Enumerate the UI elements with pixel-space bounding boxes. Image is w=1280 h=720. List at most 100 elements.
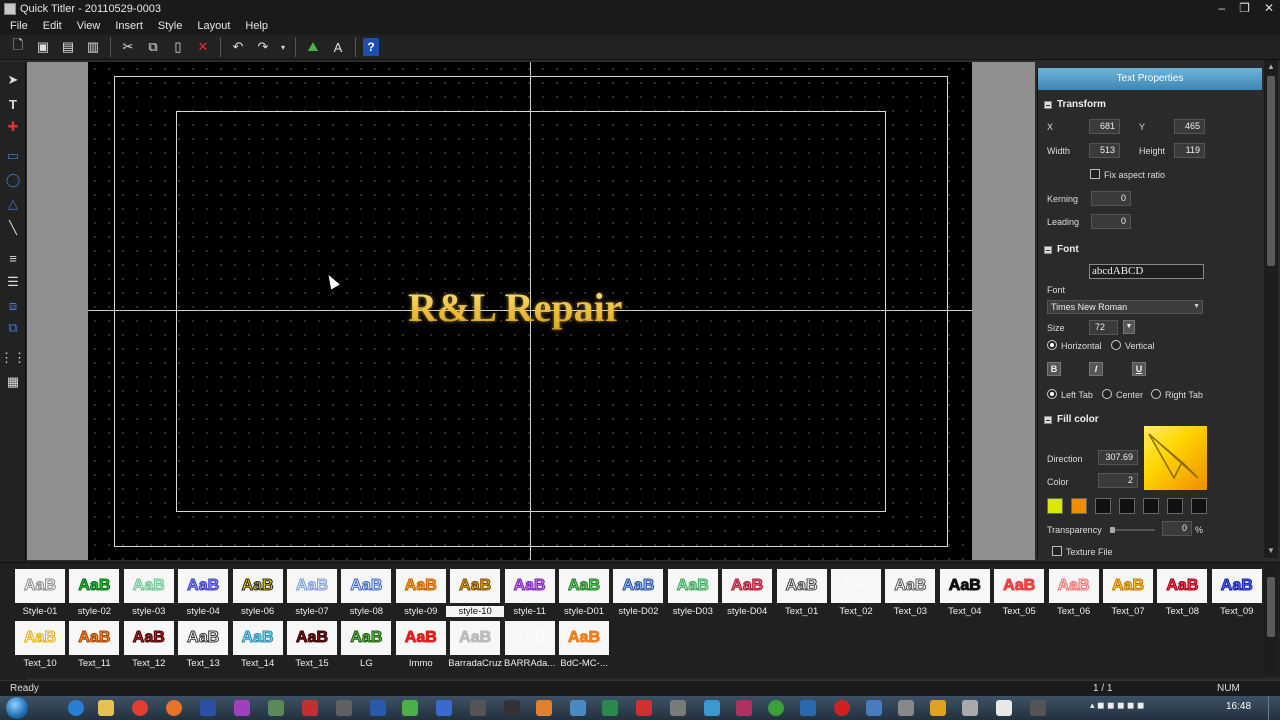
app-icon-27[interactable] — [930, 700, 946, 716]
style-gallery-scrollbar[interactable] — [1264, 565, 1278, 675]
style-preset[interactable]: AaB Text_12 — [123, 618, 174, 669]
rectangle-tool-icon[interactable]: ▭ — [3, 146, 23, 166]
slider-knob[interactable] — [1110, 527, 1115, 533]
collapse-icon[interactable] — [1044, 415, 1052, 424]
text-tool-icon[interactable]: T — [3, 94, 23, 114]
app-icon-16[interactable] — [570, 700, 586, 716]
style-preset[interactable]: AaB style-D02 — [613, 566, 664, 617]
app-icon-28[interactable] — [962, 700, 978, 716]
menu-view[interactable]: View — [77, 20, 101, 32]
gradient-preview[interactable] — [1144, 426, 1207, 490]
style-preset[interactable]: AaB LG — [341, 618, 392, 669]
style-preset[interactable]: AaB style-06 — [232, 566, 283, 617]
menu-style[interactable]: Style — [158, 20, 182, 32]
image-insert-icon[interactable]: ⛰ — [303, 37, 323, 57]
app-icon-17[interactable] — [602, 700, 618, 716]
style-preset[interactable]: AaB Text_07 — [1103, 566, 1153, 617]
layer-icon[interactable]: ⧉ — [3, 318, 23, 338]
text-style-icon[interactable]: A — [328, 37, 348, 57]
kerning-field[interactable]: 0 — [1091, 191, 1131, 206]
open-file-icon[interactable]: ▣ — [33, 37, 53, 57]
style-preset[interactable]: AaB style-02 — [69, 566, 120, 617]
center-radio[interactable] — [1102, 389, 1112, 399]
scroll-up-icon[interactable]: ▲ — [1267, 62, 1275, 71]
collapse-icon[interactable] — [1044, 245, 1052, 254]
font-section-header[interactable]: Font — [1044, 244, 1079, 255]
menu-help[interactable]: Help — [245, 20, 268, 32]
app-icon-29[interactable] — [996, 700, 1012, 716]
style-preset[interactable]: AaB BARRAda... — [504, 618, 555, 669]
maximize-icon[interactable]: ❐ — [1239, 1, 1250, 15]
new-file-icon[interactable]: 🗋 — [8, 37, 28, 57]
app-icon-14[interactable] — [504, 700, 520, 716]
triangle-tool-icon[interactable]: △ — [3, 194, 23, 214]
menu-layout[interactable]: Layout — [197, 20, 230, 32]
table-grid-icon[interactable]: ▦ — [3, 372, 23, 392]
right-tab-radio[interactable] — [1151, 389, 1161, 399]
style-preset[interactable]: AaB Text_01 — [776, 566, 827, 617]
app-icon-23[interactable] — [800, 700, 816, 716]
fill-swatch-1[interactable] — [1047, 498, 1063, 514]
left-tab-radio[interactable] — [1047, 389, 1057, 399]
menu-insert[interactable]: Insert — [115, 20, 143, 32]
style-preset[interactable]: AaB Text_03 — [885, 566, 936, 617]
transform-section-header[interactable]: Transform — [1044, 99, 1106, 110]
texture-file-checkbox[interactable] — [1052, 546, 1062, 556]
underline-button[interactable]: U — [1132, 362, 1146, 376]
style-preset[interactable]: AaB Immo — [395, 618, 446, 669]
style-preset[interactable]: AaB style-D03 — [667, 566, 718, 617]
transparency-slider[interactable] — [1110, 527, 1155, 533]
fill-swatch-4[interactable] — [1119, 498, 1135, 514]
style-preset[interactable]: AaB Text_09 — [1211, 566, 1262, 617]
x-field[interactable]: 681 — [1089, 119, 1120, 134]
app-icon-5[interactable] — [200, 700, 216, 716]
redo-icon[interactable]: ↷ — [253, 37, 273, 57]
fill-swatch-5[interactable] — [1143, 498, 1159, 514]
app-icon-11[interactable] — [402, 700, 418, 716]
align-left-icon[interactable]: ≡ — [3, 248, 23, 268]
style-preset[interactable]: AaB style-07 — [287, 566, 337, 617]
style-preset[interactable]: AaB style-09 — [395, 566, 446, 617]
minimize-icon[interactable]: – — [1218, 1, 1225, 15]
font-select[interactable]: Times New Roman ▼ — [1047, 300, 1203, 314]
app-icon-13[interactable] — [470, 700, 486, 716]
panel-scrollbar[interactable]: ▲ ▼ — [1264, 60, 1278, 558]
fill-swatch-7[interactable] — [1191, 498, 1207, 514]
width-field[interactable]: 513 — [1089, 143, 1120, 158]
style-preset[interactable]: AaB BdC-MC-... — [559, 618, 609, 669]
fill-swatch-3[interactable] — [1095, 498, 1111, 514]
style-preset[interactable]: AaB style-11 — [504, 566, 555, 617]
app-icon-24[interactable] — [834, 700, 850, 716]
style-preset[interactable]: AaB Text_11 — [69, 618, 120, 669]
fix-aspect-checkbox[interactable] — [1090, 169, 1100, 179]
collapse-icon[interactable] — [1044, 100, 1052, 109]
close-icon[interactable]: ✕ — [1264, 1, 1274, 15]
italic-button[interactable]: I — [1089, 362, 1103, 376]
style-preset[interactable]: AaB style-D01 — [559, 566, 609, 617]
ie-icon[interactable] — [68, 700, 84, 716]
style-preset[interactable]: AaB style-08 — [341, 566, 392, 617]
fill-swatch-2[interactable] — [1071, 498, 1087, 514]
save-all-icon[interactable]: ▥ — [83, 37, 103, 57]
style-preset[interactable]: AaB style-03 — [123, 566, 174, 617]
app-icon-20[interactable] — [704, 700, 720, 716]
style-preset[interactable]: AaB Style-01 — [15, 566, 65, 617]
word-icon[interactable] — [370, 700, 386, 716]
help-icon[interactable]: ? — [363, 38, 379, 56]
style-preset[interactable]: AaB Text_15 — [287, 618, 337, 669]
transparency-field[interactable]: 0 — [1162, 521, 1192, 536]
app-icon-8[interactable] — [302, 700, 318, 716]
save-icon[interactable]: ▤ — [58, 37, 78, 57]
app-icon-15[interactable] — [536, 700, 552, 716]
height-field[interactable]: 119 — [1174, 143, 1205, 158]
align-center-icon[interactable]: ☰ — [3, 272, 23, 292]
style-preset[interactable]: AaB Text_06 — [1048, 566, 1099, 617]
ellipse-tool-icon[interactable]: ◯ — [3, 170, 23, 190]
undo-icon[interactable]: ↶ — [228, 37, 248, 57]
menu-file[interactable]: File — [10, 20, 28, 32]
app-icon-12[interactable] — [436, 700, 452, 716]
app-icon-21[interactable] — [736, 700, 752, 716]
style-preset[interactable]: AaB Text_13 — [178, 618, 229, 669]
app-icon-6[interactable] — [234, 700, 250, 716]
style-preset[interactable]: AaB BarradaCruz — [448, 618, 502, 669]
